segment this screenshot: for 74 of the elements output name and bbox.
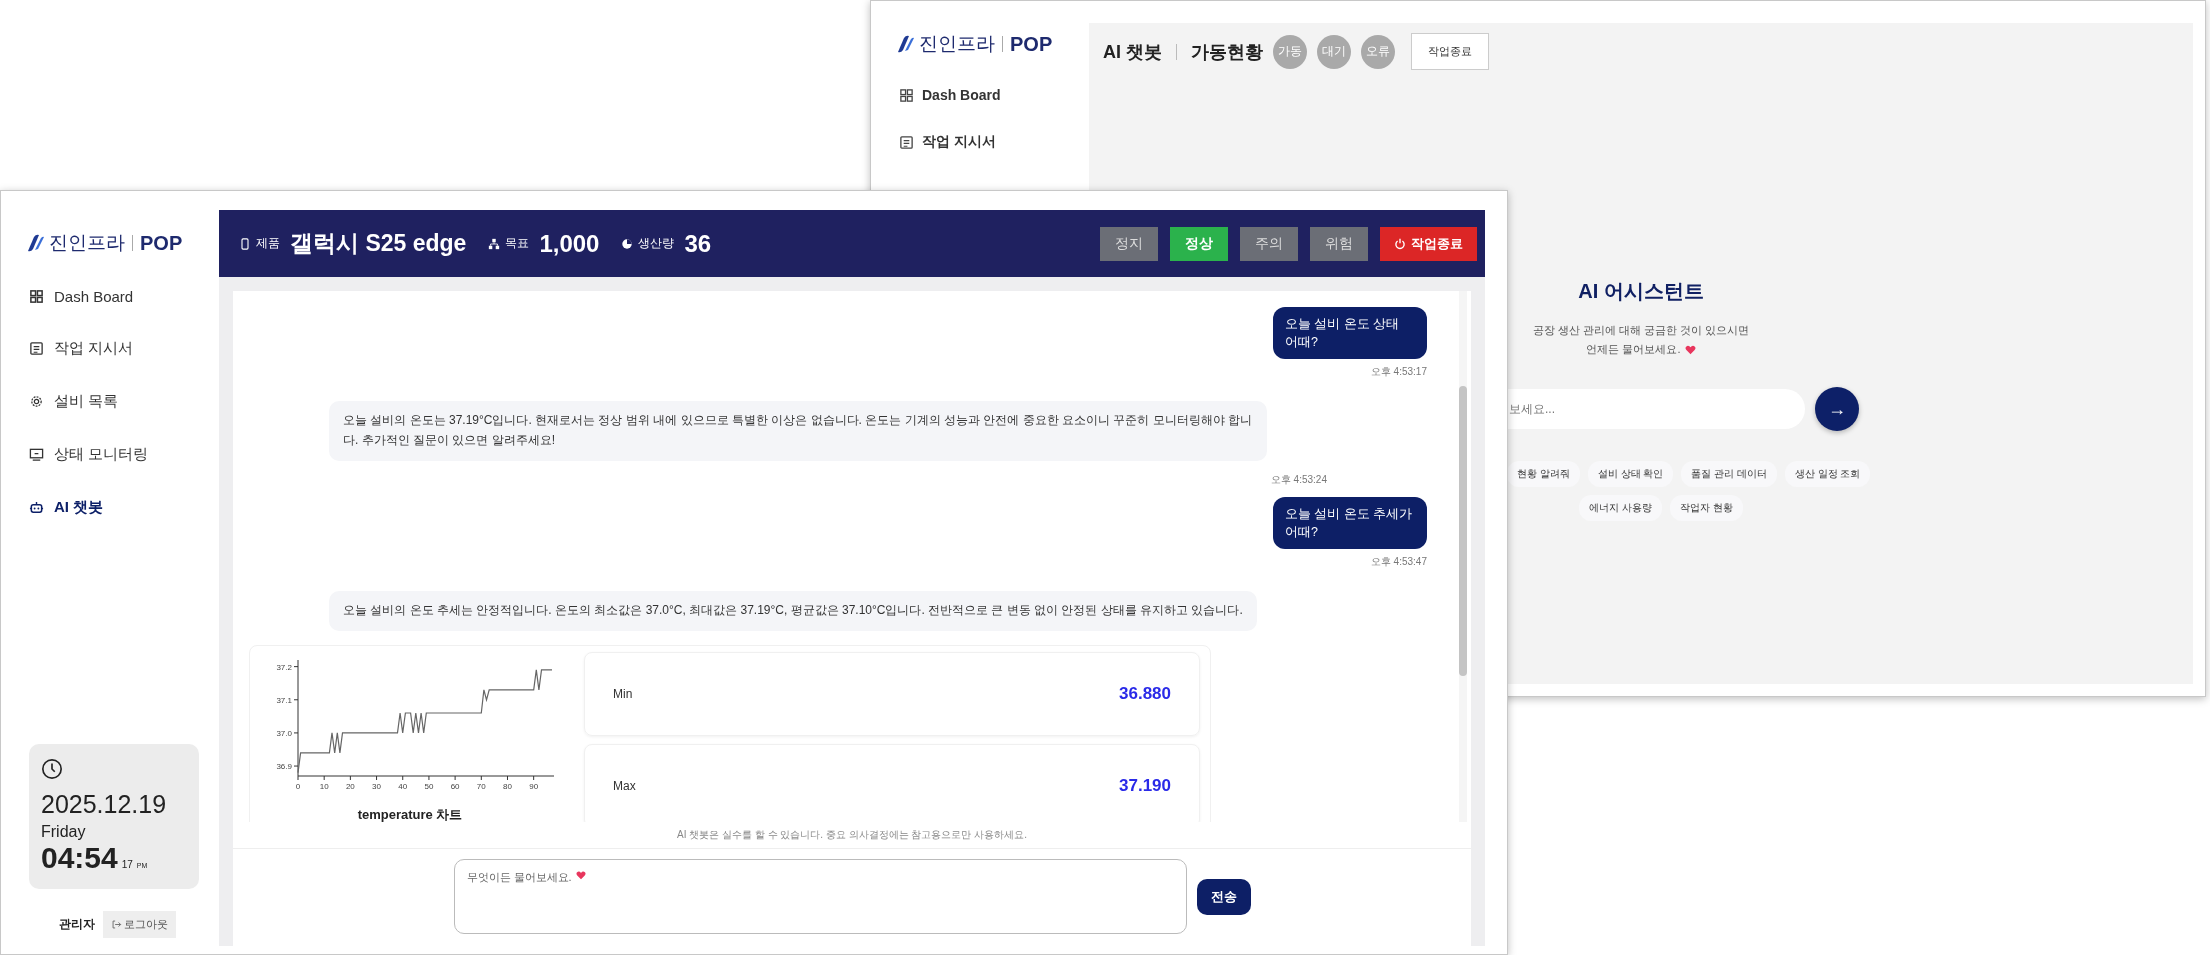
question-input[interactable]: 보세요... bbox=[1507, 389, 1805, 429]
page-subtitle: 가동현황 bbox=[1191, 40, 1263, 64]
end-work-button[interactable]: 작업종료 bbox=[1380, 226, 1477, 261]
bot-message: 오늘 설비의 온도는 37.19°C입니다. 현재로서는 정상 범위 내에 있으므로 특별한 이상은 없습니다. 온도는 기계의 성능과 안전에 중요한 요소이니 꾸준히 모니터링해야 합니다. 추가적인 질문이 있으면 알려주세요! bbox=[329, 401, 1267, 461]
x-tick-label: 10 bbox=[319, 781, 330, 791]
x-tick-label: 50 bbox=[424, 781, 434, 791]
suggestion-chip[interactable]: 설비 상태 확인 bbox=[1587, 461, 1674, 487]
target-value: 1,000 bbox=[539, 229, 600, 258]
bot-message: 오늘 설비의 온도 추세는 안정적입니다. 온도의 최소값은 37.0°C, 최대값은 37.19°C, 평균값은 37.10°C입니다. 전반적으로 큰 변동 없이 안정된 상태를 유지하고 있습니다. bbox=[329, 591, 1257, 631]
send-button[interactable]: 전송 bbox=[1196, 878, 1251, 915]
product-name: 갤럭시 S25 edge bbox=[290, 229, 467, 258]
logo-product: POP bbox=[140, 231, 183, 255]
page-title: AI 챗봇 bbox=[1103, 40, 1162, 64]
sidebar-item[interactable]: 상태 모니터링 bbox=[29, 445, 219, 464]
user-name: 관리자 bbox=[59, 916, 95, 933]
status-light: 오류 bbox=[1361, 34, 1395, 69]
user-message: 오늘 설비 온도 추세가 어때? bbox=[1273, 496, 1427, 550]
time-text: 04:54 bbox=[41, 841, 118, 875]
logo-brand: 진인프라 bbox=[49, 231, 125, 255]
y-tick-label: 37.2 bbox=[276, 662, 293, 672]
assistant-title: AI 어시스턴트 bbox=[1577, 279, 1705, 304]
message-time: 오후 4:53:17 bbox=[1370, 365, 1427, 380]
suggestion-chip[interactable]: 현황 알려줘 bbox=[1507, 461, 1580, 487]
target-label: 목표 bbox=[505, 235, 530, 252]
x-tick-label: 40 bbox=[398, 781, 408, 791]
x-tick-label: 90 bbox=[529, 781, 539, 791]
date-text: 2025.12.19 bbox=[41, 790, 168, 819]
sidebar-item[interactable]: Dash Board bbox=[899, 87, 1089, 103]
y-tick-label: 37.1 bbox=[276, 695, 293, 705]
seconds-text: 17 bbox=[121, 859, 133, 870]
y-tick-label: 37.0 bbox=[276, 728, 293, 738]
assistant-description: 공장 생산 관리에 대해 궁금한 것이 있으시면 bbox=[1532, 323, 1750, 338]
suggestion-chip[interactable]: 에너지 사용량 bbox=[1579, 495, 1662, 521]
assistant-description: 언제든 물어보세요. bbox=[1586, 342, 1681, 357]
stat-value: 37.190 bbox=[1119, 775, 1171, 796]
weekday-text: Friday bbox=[41, 823, 87, 841]
end-work-button[interactable]: 작업종료 bbox=[1411, 33, 1489, 70]
suggestion-chip[interactable]: 품질 관리 데이터 bbox=[1681, 461, 1777, 487]
suggestion-chip[interactable]: 작업자 현황 bbox=[1669, 495, 1743, 521]
suggestion-chip[interactable]: 생산 일정 조회 bbox=[1784, 461, 1871, 487]
sidebar-item[interactable]: 설비 목록 bbox=[29, 392, 219, 411]
chart-title: temperature 차트 bbox=[357, 805, 463, 822]
user-message: 오늘 설비 온도 상태 어때? bbox=[1273, 307, 1427, 360]
stat-value: 36.880 bbox=[1119, 683, 1171, 704]
output-label: 생산량 bbox=[638, 235, 675, 252]
logout-button[interactable]: 로그아웃 bbox=[103, 911, 176, 938]
logo-brand: 진인프라 bbox=[919, 32, 995, 56]
x-tick-label: 20 bbox=[345, 781, 356, 791]
x-tick-label: 80 bbox=[503, 781, 513, 791]
status-button[interactable]: 위험 bbox=[1310, 226, 1368, 261]
status-light: 대기 bbox=[1317, 34, 1351, 69]
x-axis: 0 10 20 30 40 50 60 70 80 90 bbox=[295, 775, 555, 791]
message-time: 오후 4:53:24 bbox=[1270, 472, 1327, 487]
x-tick-label: 70 bbox=[476, 781, 487, 791]
output-value: 36 bbox=[684, 229, 712, 258]
status-button[interactable]: 주의 bbox=[1240, 226, 1298, 261]
sidebar-item[interactable]: AI 챗봇 bbox=[29, 498, 219, 517]
product-label: 제품 bbox=[256, 235, 280, 252]
sidebar-item[interactable]: Dash Board bbox=[29, 288, 219, 305]
sidebar-item[interactable]: 작업 지시서 bbox=[899, 133, 1089, 151]
stat-label: Max bbox=[613, 778, 636, 793]
stat-label: Min bbox=[613, 686, 633, 701]
x-tick-label: 0 bbox=[295, 781, 301, 791]
x-tick-label: 30 bbox=[372, 781, 382, 791]
x-tick-label: 60 bbox=[450, 781, 461, 791]
logo-product: POP bbox=[1010, 32, 1053, 56]
send-button[interactable]: → bbox=[1815, 387, 1859, 431]
message-time: 오후 4:53:47 bbox=[1370, 555, 1427, 570]
sidebar-item[interactable]: 작업 지시서 bbox=[29, 339, 219, 358]
y-tick-label: 36.9 bbox=[276, 761, 293, 771]
status-light: 가동 bbox=[1273, 34, 1307, 69]
status-button[interactable]: 정지 bbox=[1100, 226, 1158, 261]
disclaimer-text: AI 챗봇은 실수를 할 수 있습니다. 중요 의사결정에는 참고용으로만 사용하세요. bbox=[233, 822, 1471, 849]
message-input[interactable]: 무엇이든 물어보세요. bbox=[453, 859, 1187, 934]
